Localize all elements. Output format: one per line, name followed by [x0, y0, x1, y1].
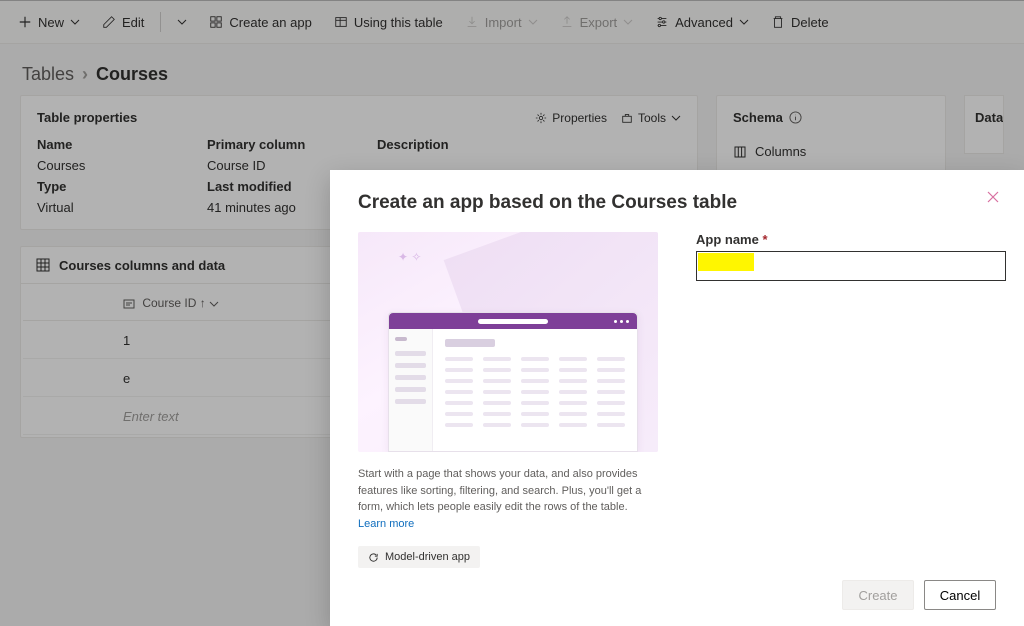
- learn-more-link[interactable]: Learn more: [358, 518, 414, 530]
- sparkle-icon: ✦ ✧: [398, 250, 421, 264]
- create-button[interactable]: Create: [842, 580, 914, 610]
- modal-illustration: ✦ ✧: [358, 232, 658, 452]
- cancel-button[interactable]: Cancel: [924, 580, 996, 610]
- app-type-chip: Model-driven app: [358, 546, 480, 568]
- close-icon: [986, 190, 1000, 204]
- close-button[interactable]: [986, 190, 1000, 207]
- app-name-input[interactable]: [696, 251, 1006, 281]
- modal-description: Start with a page that shows your data, …: [358, 466, 658, 532]
- modal-title: Create an app based on the Courses table: [358, 192, 996, 214]
- create-app-modal: Create an app based on the Courses table…: [330, 170, 1024, 626]
- app-name-label: App name *: [696, 232, 1006, 247]
- refresh-icon: [368, 552, 379, 563]
